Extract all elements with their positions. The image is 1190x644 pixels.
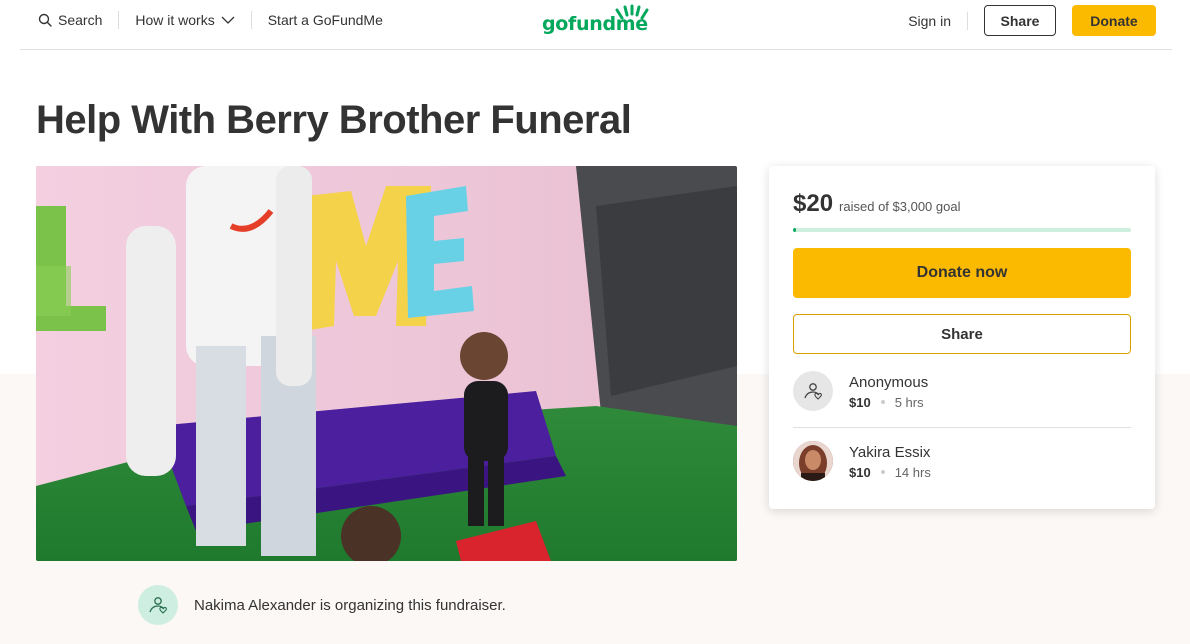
- nav-divider: [967, 11, 968, 30]
- donor-avatar: [793, 371, 833, 411]
- search-label: Search: [58, 12, 103, 28]
- donor-name: Yakira Essix: [849, 443, 931, 461]
- donor-amount: $10: [849, 464, 871, 480]
- how-it-works-menu[interactable]: How it works: [135, 12, 235, 28]
- donor-info: Anonymous $10 5 hrs: [849, 373, 928, 410]
- progress-fill: [793, 228, 797, 232]
- logo-smile-icon: [615, 4, 649, 20]
- organizer-avatar: [138, 585, 178, 625]
- donation-card: $20 raised of $3,000 goal Donate now Sha…: [769, 166, 1155, 509]
- start-gofundme-label: Start a GoFundMe: [267, 12, 383, 28]
- start-gofundme-link[interactable]: Start a GoFundMe: [268, 12, 383, 28]
- progress-bar: [793, 228, 1131, 232]
- donate-button-header[interactable]: Donate: [1072, 5, 1156, 36]
- donor-avatar-photo: [793, 441, 833, 481]
- gofundme-logo[interactable]: gofundme: [542, 4, 652, 38]
- search-icon: [38, 13, 52, 27]
- top-navigation: Search How it works Start a GoFundMe gof…: [20, 0, 1172, 50]
- donor-name: Anonymous: [849, 373, 929, 391]
- donor-time: 5 hrs: [894, 394, 924, 410]
- donor-time: 14 hrs: [894, 464, 931, 480]
- goal-text: raised of $3,000 goal: [839, 199, 961, 214]
- raised-amount: $20: [793, 190, 834, 217]
- page-title: Help With Berry Brother Funeral: [36, 98, 632, 142]
- person-photo-icon: [793, 441, 833, 481]
- nav-left: Search How it works Start a GoFundMe: [20, 0, 383, 40]
- donor-info: Yakira Essix $10 14 hrs: [849, 443, 931, 480]
- campaign-photo[interactable]: [36, 166, 737, 561]
- donor-amount: $10: [849, 394, 871, 410]
- amount-row: $20 raised of $3,000 goal: [793, 190, 960, 218]
- donor-meta: $10 5 hrs: [849, 395, 928, 410]
- share-button[interactable]: Share: [793, 314, 1131, 354]
- organizer-row: Nakima Alexander is organizing this fund…: [138, 585, 506, 625]
- organizer-text: Nakima Alexander is organizing this fund…: [194, 596, 506, 614]
- campaign-photo-art: [36, 166, 737, 561]
- nav-right: Sign in Share Donate: [908, 5, 1156, 36]
- heart-hand-icon: [149, 597, 167, 614]
- share-button-header[interactable]: Share: [984, 5, 1056, 36]
- nav-divider: [250, 11, 252, 29]
- separator-dot: [880, 400, 885, 404]
- chevron-down-icon: [221, 16, 235, 24]
- heart-hand-icon: [804, 383, 822, 400]
- donor-item: Yakira Essix $10 14 hrs: [793, 433, 1131, 489]
- sign-in-link[interactable]: Sign in: [908, 13, 951, 29]
- donor-meta: $10 14 hrs: [849, 465, 931, 480]
- nav-divider: [118, 11, 120, 29]
- how-it-works-label: How it works: [135, 12, 215, 28]
- donate-now-button[interactable]: Donate now: [793, 248, 1131, 298]
- donor-divider: [793, 427, 1131, 428]
- search-button[interactable]: Search: [38, 12, 102, 28]
- donor-item: Anonymous $10 5 hrs: [793, 363, 1131, 419]
- separator-dot: [880, 470, 885, 474]
